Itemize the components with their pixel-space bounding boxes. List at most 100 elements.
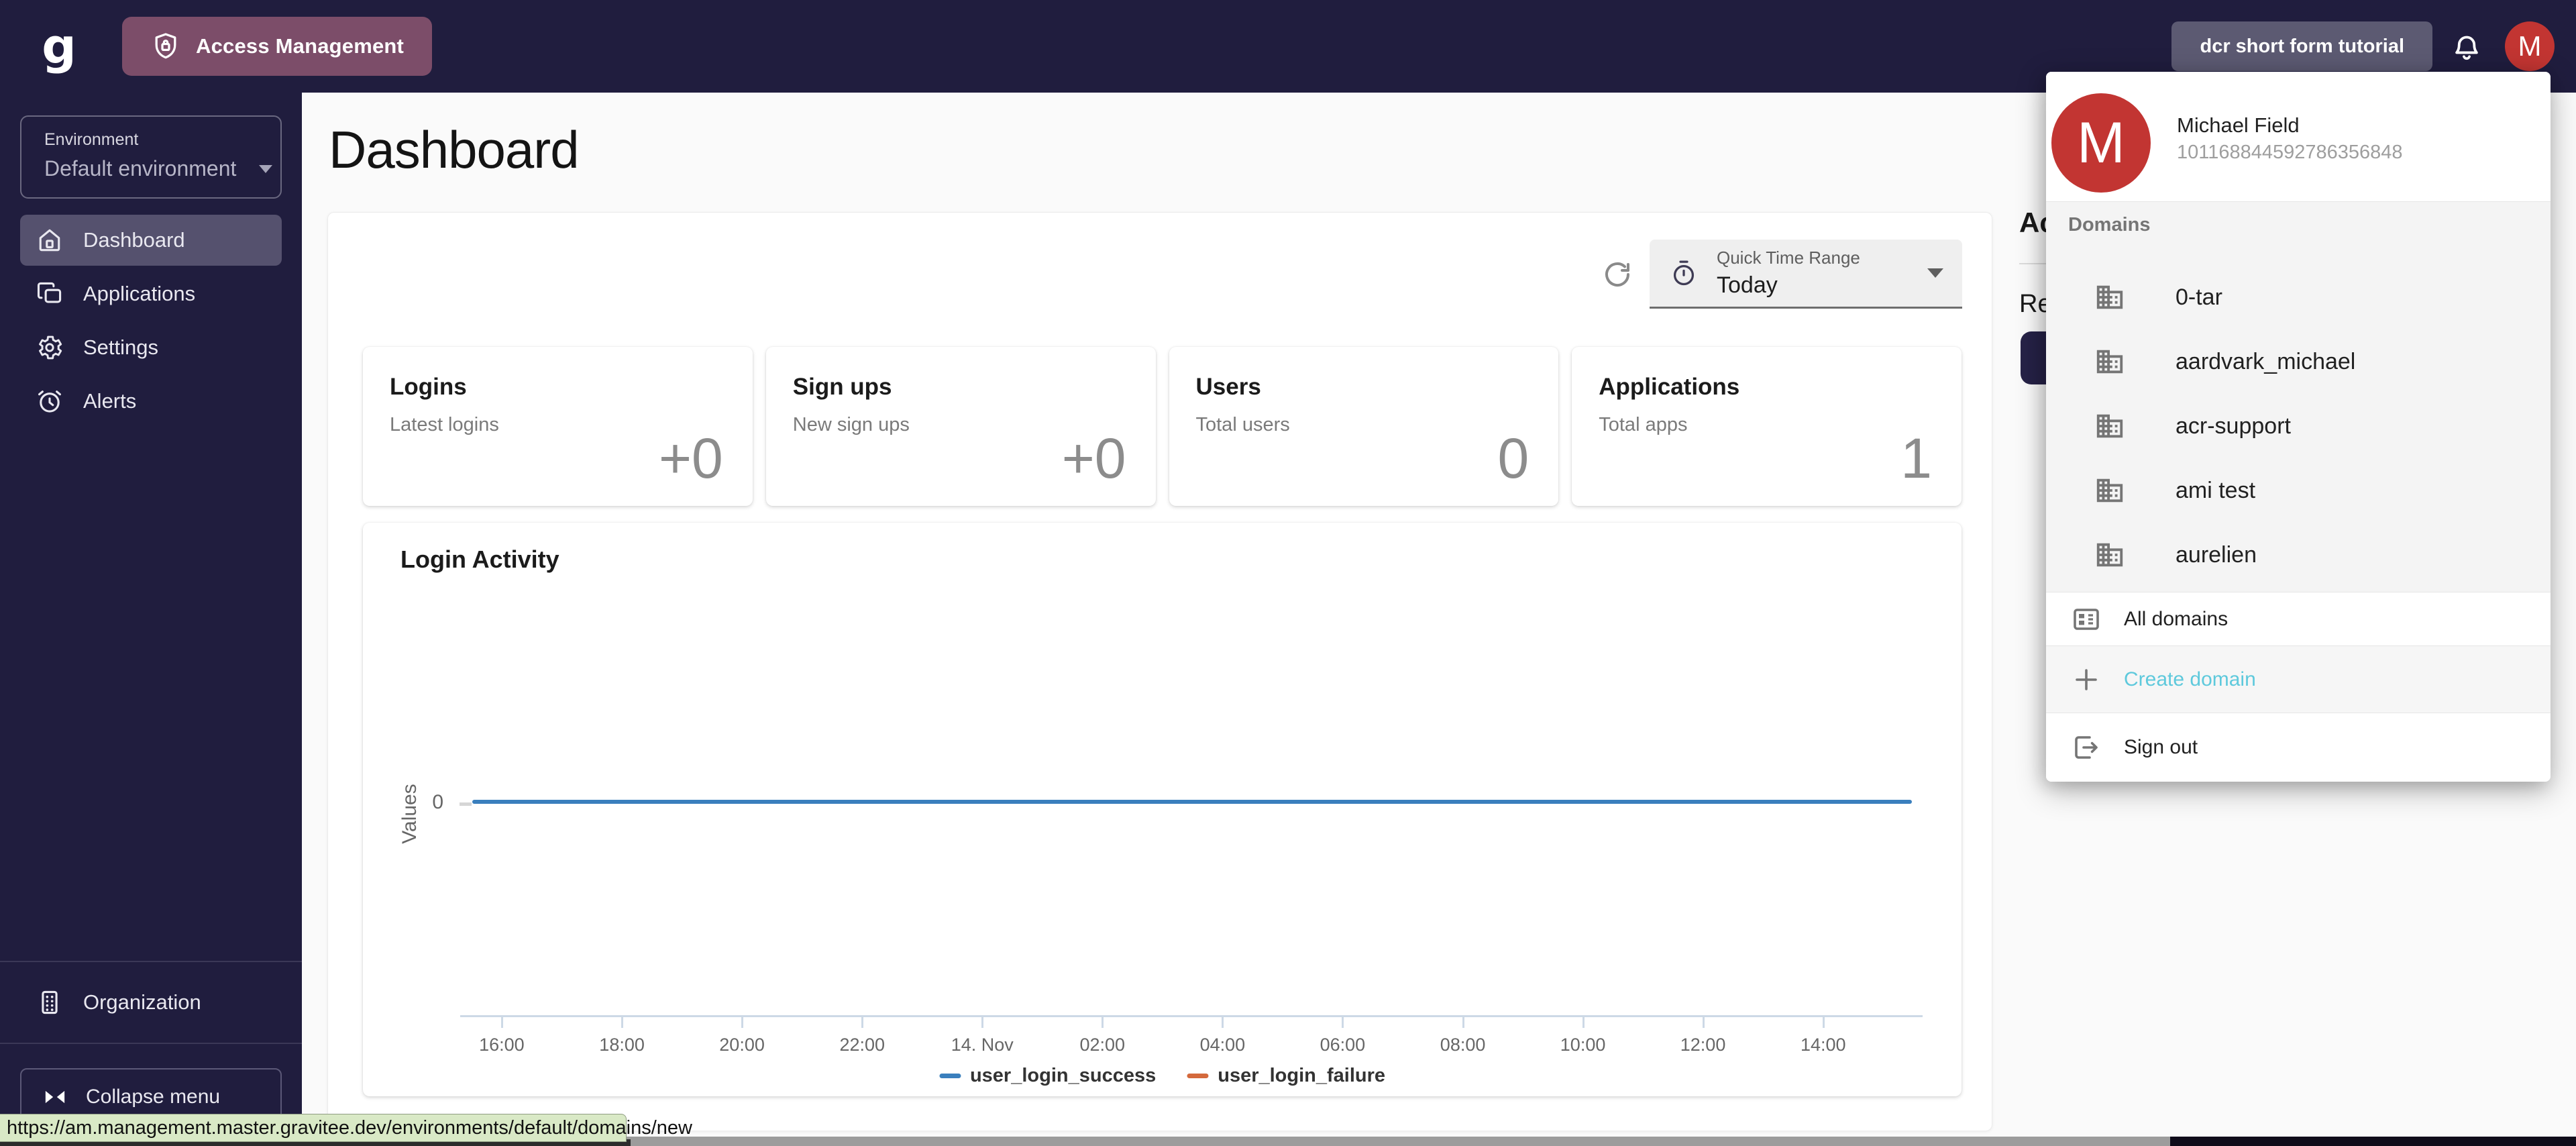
page-title: Dashboard [329,119,579,180]
bottom-strip-dark-right [2170,1137,2576,1146]
sidebar-divider [0,961,302,962]
user-menu-panel: M Michael Field 101168844592786356848 Do… [2046,72,2551,782]
legend-item-user-login-failure[interactable]: user_login_failure [1187,1065,1385,1087]
domain-building-icon [2094,346,2125,377]
sidebar-item-organization[interactable]: Organization [20,977,282,1028]
alarm-clock-icon [35,386,64,416]
applications-icon [35,279,64,309]
sidebar-spacer [20,427,282,961]
stat-card-applications: Applications Total apps 1 [1572,347,1962,506]
domain-label: aurelien [2176,542,2257,568]
environment-select[interactable]: Environment Default environment [20,115,282,199]
dashboard-widgets-card: Quick Time Range Today Logins Latest log… [327,212,1992,1131]
org-context-pill[interactable]: dcr short form tutorial [2171,21,2432,71]
series-line-user-login-success[interactable] [472,800,1912,804]
user-menu-user-id: 101168844592786356848 [2177,142,2403,164]
sidebar-item-label: Organization [83,990,201,1014]
notifications-bell-icon[interactable] [2449,28,2485,64]
collapse-menu-label: Collapse menu [86,1086,220,1108]
domain-item-aardvark-michael[interactable]: aardvark_michael [2046,329,2551,394]
domain-item-ami-test[interactable]: ami test [2046,458,2551,523]
x-axis: 16:00 18:00 20:00 22:00 14. Nov 02:00 04… [460,1015,1923,1017]
legend-label: user_login_failure [1218,1065,1385,1087]
stat-title: Sign ups [793,374,1129,401]
sidebar-item-alerts[interactable]: Alerts [20,376,282,427]
stat-title: Logins [390,374,726,401]
sidebar-item-label: Applications [83,282,195,306]
stat-card-logins: Logins Latest logins +0 [363,347,753,506]
chevron-down-icon [1927,268,1943,278]
stat-value: 1 [1900,426,1932,491]
sidebar-item-label: Settings [83,335,158,360]
sign-out-item[interactable]: Sign out [2046,713,2551,782]
sidebar-item-settings[interactable]: Settings [20,322,282,373]
stat-card-signups: Sign ups New sign ups +0 [766,347,1156,506]
domains-section-label: Domains [2068,214,2150,236]
all-domains-item[interactable]: All domains [2046,592,2551,645]
access-management-button[interactable]: Access Management [122,17,432,76]
user-avatar[interactable]: M [2505,21,2555,71]
refresh-icon[interactable] [1601,258,1633,291]
stat-title: Users [1196,374,1532,401]
legend-line-icon [939,1074,961,1078]
sign-out-label: Sign out [2124,736,2198,759]
sidebar-nav: Dashboard Applications S [20,215,282,427]
domains-section: Domains 0-tar aardvark_michael acr-suppo… [2046,201,2551,592]
domain-label: acr-support [2176,413,2291,439]
dashboard-toolbar: Quick Time Range Today [1601,240,1962,309]
plus-icon [2070,664,2102,696]
domain-item-acr-support[interactable]: acr-support [2046,394,2551,458]
logout-icon [2070,731,2102,764]
stopwatch-icon [1668,258,1699,289]
domain-label: aardvark_michael [2176,349,2355,375]
domain-label: 0-tar [2176,284,2222,311]
all-domains-grid-icon [2070,603,2102,635]
stat-title: Applications [1599,374,1935,401]
sidebar-item-label: Alerts [83,389,136,413]
chart-title: Login Activity [400,545,559,574]
link-preview-statusbar: https://am.management.master.gravitee.de… [0,1114,627,1142]
quick-time-range-label: Quick Time Range [1717,248,1860,268]
building-icon [35,988,64,1017]
quick-time-range-value: Today [1717,272,1860,299]
stat-value: +0 [1062,426,1126,491]
legend-item-user-login-success[interactable]: user_login_success [939,1065,1156,1087]
collapse-arrows-icon [42,1084,68,1110]
sidebar: Environment Default environment Dashboar… [0,93,302,1146]
y-axis-tick-label: 0 [419,791,443,814]
domain-item-0-tar[interactable]: 0-tar [2046,265,2551,329]
stat-subtitle: Total apps [1599,414,1935,436]
sidebar-item-dashboard[interactable]: Dashboard [20,215,282,266]
domain-building-icon [2094,282,2125,313]
login-activity-chart-card: Login Activity Values 0 16:00 18:00 20:0… [363,523,1962,1096]
shield-lock-icon [150,31,181,62]
access-management-label: Access Management [196,34,404,58]
legend-line-icon [1187,1074,1208,1078]
home-icon [35,225,64,255]
user-menu-avatar-initial: M [2077,110,2125,176]
legend-label: user_login_success [970,1065,1156,1087]
domain-building-icon [2094,539,2125,570]
create-domain-label: Create domain [2124,668,2256,691]
stat-subtitle: Total users [1196,414,1532,436]
create-domain-item[interactable]: Create domain [2046,645,2551,713]
sidebar-item-applications[interactable]: Applications [20,268,282,319]
user-menu-header: M Michael Field 101168844592786356848 [2046,72,2551,201]
all-domains-label: All domains [2124,608,2228,631]
domain-label: ami test [2176,478,2255,504]
domain-item-aurelien[interactable]: aurelien [2046,523,2551,587]
link-preview-url: https://am.management.master.gravitee.de… [7,1117,692,1139]
chevron-down-icon [259,165,272,173]
stats-row: Logins Latest logins +0 Sign ups New sig… [363,347,1962,506]
environment-select-value: Default environment [44,156,236,181]
user-menu-name: Michael Field [2177,113,2300,138]
user-menu-avatar: M [2051,93,2151,193]
environment-select-label: Environment [44,130,280,150]
stat-value: +0 [659,426,723,491]
domain-building-icon [2094,411,2125,441]
sidebar-divider [0,1043,302,1044]
gear-icon [35,333,64,362]
quick-time-range-select[interactable]: Quick Time Range Today [1650,240,1962,309]
gravitee-logo[interactable]: g [32,22,86,70]
chart-legend: user_login_success user_login_failure [939,1065,1385,1087]
